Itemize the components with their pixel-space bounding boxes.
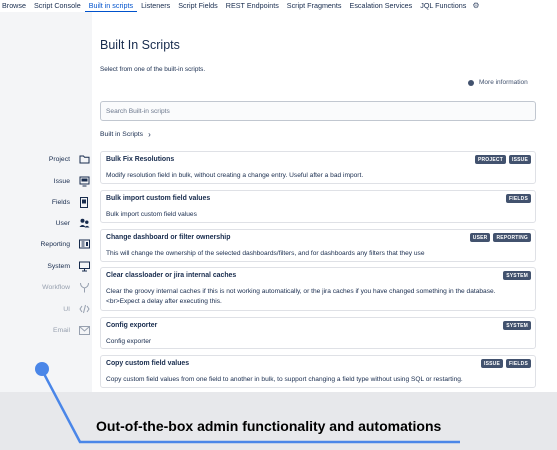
script-card-bulk-import-custom-field-values[interactable]: Bulk import custom field values Bulk imp… [100,190,536,223]
sidebar-item-label: Reporting [40,240,70,248]
tab-browse[interactable]: Browse [0,0,30,12]
sidebar-item-workflow[interactable]: Workflow [30,279,90,295]
chevron-right-icon: › [148,129,151,139]
script-card-title: Change dashboard or filter ownership [106,234,231,241]
tab-escalation-services[interactable]: Escalation Services [346,0,417,12]
gear-icon[interactable]: ⚙ [470,1,479,11]
workflow-icon [78,281,90,293]
script-card-change-dashboard-ownership[interactable]: Change dashboard or filter ownership Thi… [100,229,536,262]
sidebar-item-issue[interactable]: Issue [30,173,90,189]
sidebar-item-reporting[interactable]: Reporting [30,236,90,252]
badge: SYSTEM [503,271,531,280]
badge: REPORTING [493,233,531,242]
script-card-badges: SYSTEM [503,321,531,330]
sidebar-item-label: Project [48,155,70,163]
badge: FIELDS [506,194,531,203]
sidebar-item-label: Fields [51,198,70,206]
sidebar-item-user[interactable]: User [30,215,90,231]
badge: FIELDS [506,359,531,368]
search-input[interactable] [100,101,536,121]
page-title: Built In Scripts [100,38,180,52]
script-card-config-exporter[interactable]: Config exporter Config exporter SYSTEM [100,317,536,349]
script-card-title: Clear classloader or jira internal cache… [106,272,237,279]
script-card-title: Bulk Fix Resolutions [106,156,175,163]
sidebar-item-label: Issue [53,177,70,185]
tab-listeners[interactable]: Listeners [137,0,174,12]
info-toggle-icon [468,79,474,86]
script-card-badges: SYSTEM [503,271,531,280]
tab-script-fragments[interactable]: Script Fragments [283,0,346,12]
more-info-link[interactable]: More information [468,79,528,86]
folder-icon [78,153,90,165]
script-card-clear-caches[interactable]: Clear classloader or jira internal cache… [100,267,536,311]
script-card-badges: USER REPORTING [469,233,531,242]
badge: SYSTEM [503,321,531,330]
script-card-description: Bulk import custom field values [106,211,197,218]
more-info-label: More information [479,79,528,86]
reporting-icon [78,238,90,250]
sidebar-item-system[interactable]: System [30,258,90,274]
sidebar-item-label: User [55,219,70,227]
badge: ISSUE [481,359,504,368]
sidebar-item-email[interactable]: Email [30,322,90,338]
tab-rest-endpoints[interactable]: REST Endpoints [222,0,283,12]
system-icon [78,260,90,272]
script-card-description: Clear the groovy internal caches if this… [106,288,496,305]
script-card-bulk-fix-resolutions[interactable]: Bulk Fix Resolutions Modify resolution f… [100,151,536,184]
caption-text: Out-of-the-box admin functionality and a… [96,418,442,434]
breadcrumb[interactable]: Built in Scripts › [100,129,151,139]
badge: ISSUE [508,155,531,164]
script-card-badges: FIELDS [506,194,531,203]
tab-built-in-scripts[interactable]: Built in scripts [84,0,138,12]
tab-script-fields[interactable]: Script Fields [174,0,222,12]
field-icon [78,196,90,208]
script-card-description: This will change the ownership of the se… [106,250,425,257]
badge: PROJECT [474,155,506,164]
users-icon [78,217,90,229]
sidebar-item-fields[interactable]: Fields [30,194,90,210]
script-card-title: Config exporter [106,322,158,329]
tab-jql-functions[interactable]: JQL Functions [416,0,470,12]
script-card-badges: PROJECT ISSUE [474,155,531,164]
monitor-icon [78,175,90,187]
script-card-title: Copy custom field values [106,360,190,367]
code-icon [78,303,90,315]
script-card-title: Bulk import custom field values [106,195,211,202]
email-icon [78,324,90,336]
sidebar-item-label: UI [63,305,70,313]
script-card-description: Modify resolution field in bulk, without… [106,172,364,179]
sidebar-item-ui[interactable]: UI [30,301,90,317]
page-subtitle: Select from one of the built-in scripts. [100,66,206,73]
script-card-description: Copy custom field values from one field … [106,376,463,383]
breadcrumb-label: Built in Scripts [100,131,144,138]
sidebar-item-label: Email [53,326,70,334]
top-nav: Browse Script Console Built in scripts L… [0,0,557,12]
sidebar-item-project[interactable]: Project [30,151,90,167]
sidebar-item-label: Workflow [42,283,70,291]
script-card-copy-custom-field-values[interactable]: Copy custom field values Copy custom fie… [100,355,536,388]
tab-script-console[interactable]: Script Console [30,0,85,12]
sidebar-item-label: System [47,262,70,270]
script-card-description: Config exporter [106,338,152,345]
script-card-badges: ISSUE FIELDS [481,359,531,368]
badge: USER [469,233,491,242]
